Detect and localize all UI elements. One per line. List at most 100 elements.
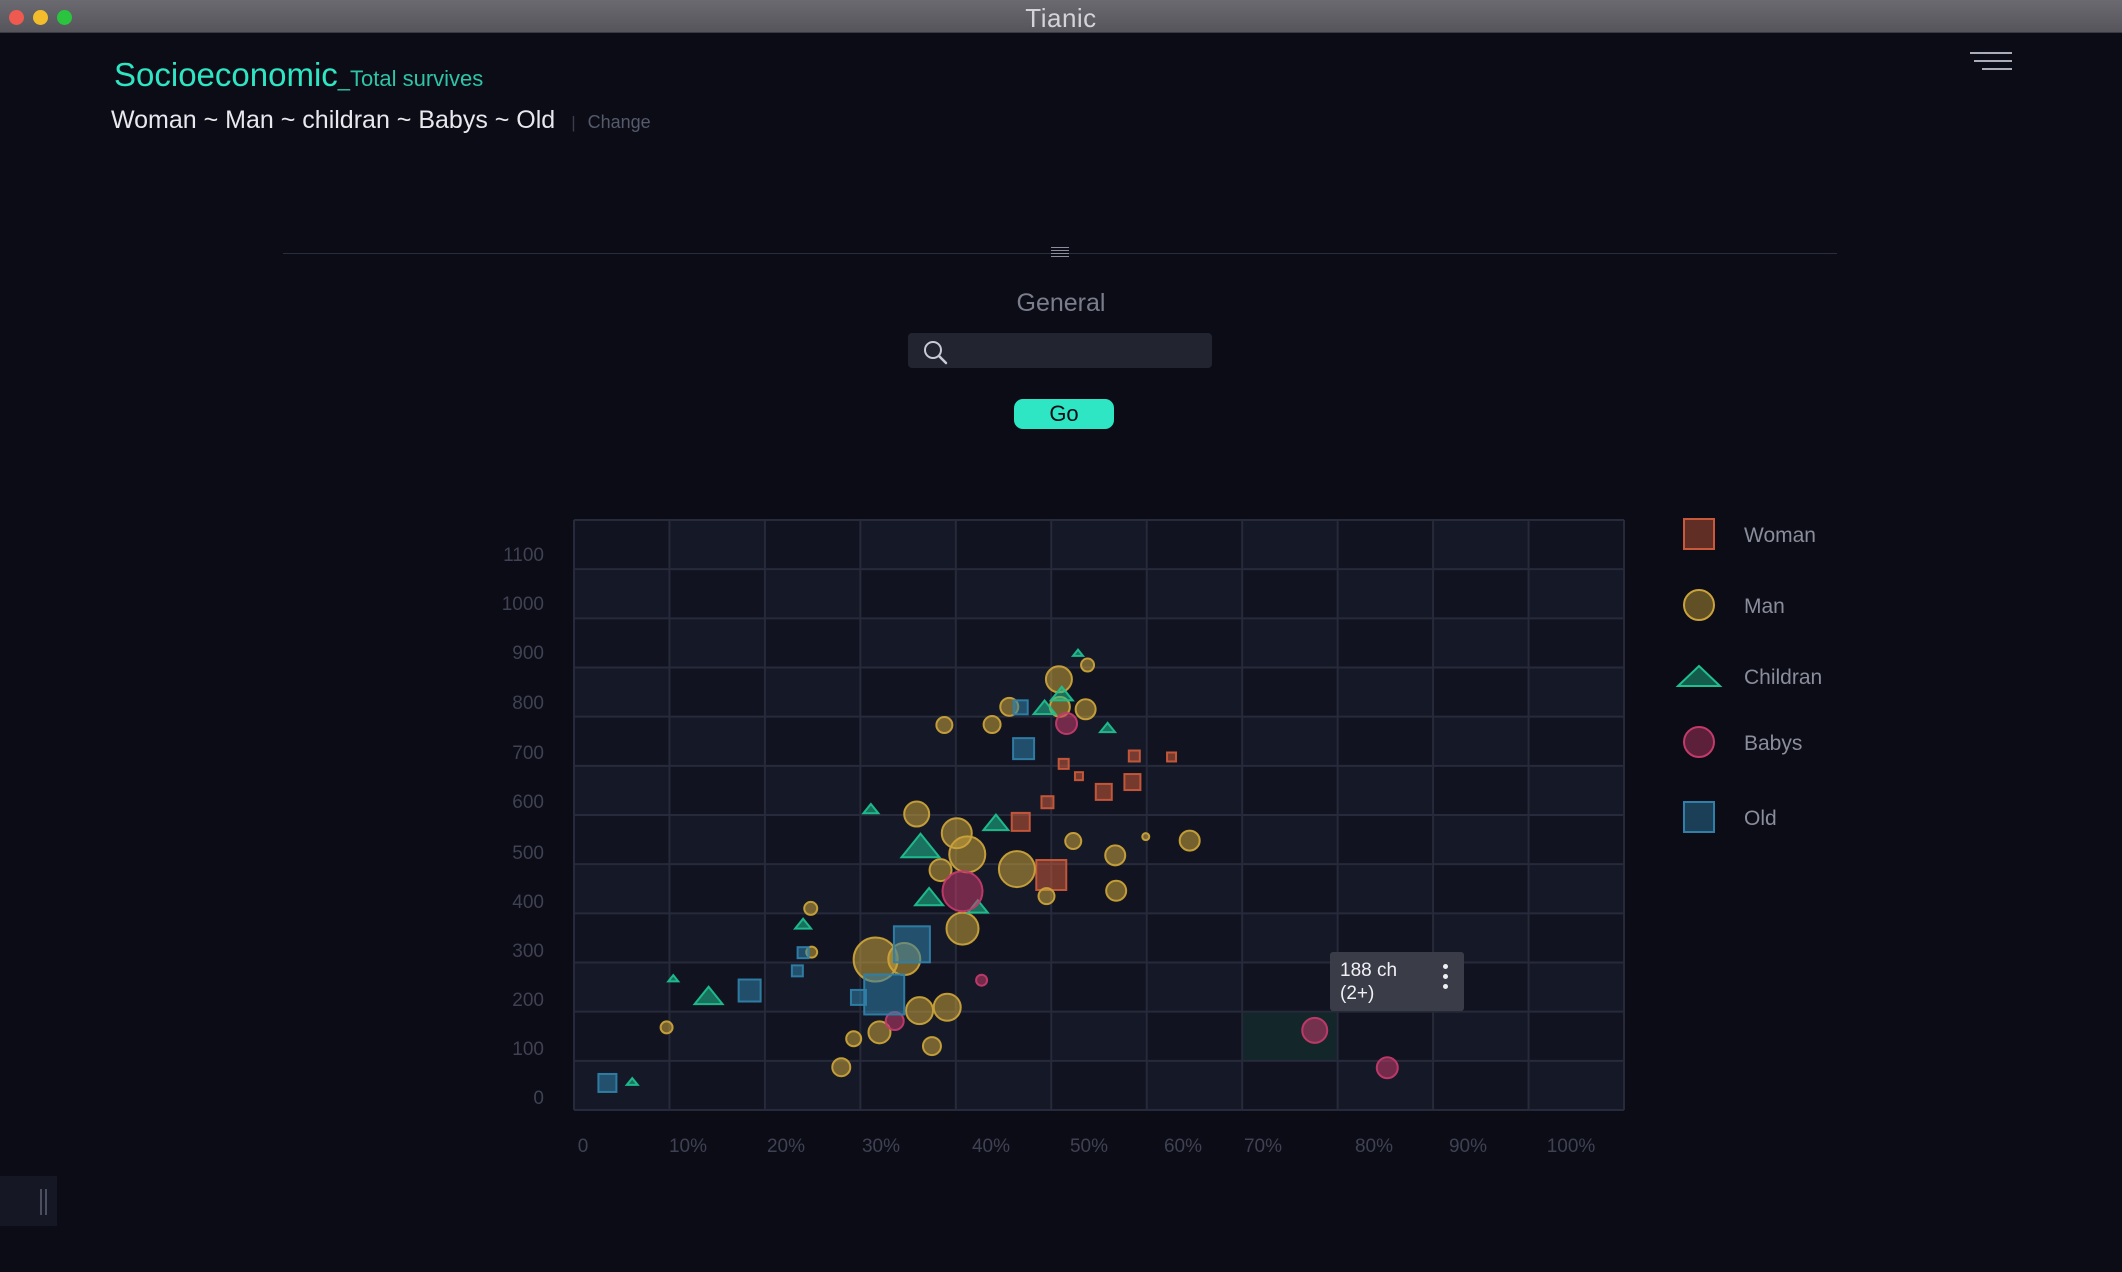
tooltip-line-1: 188 ch: [1340, 960, 1398, 981]
legend-marker-man: [1683, 589, 1715, 621]
grid-cell: [1337, 864, 1434, 914]
x-tick-label: 50%: [1070, 1136, 1108, 1157]
scatter-chart: 0 100 200 300 400 500 600 700 800 900 1000 1100 0 10%…: [502, 518, 1822, 1157]
grid-cell: [1051, 618, 1147, 668]
grid-cell: [860, 618, 956, 668]
x-tick-label: 10%: [669, 1136, 707, 1157]
grid-cell: [764, 765, 861, 815]
y-tick-label: 500: [512, 843, 544, 864]
x-tick-label: 40%: [972, 1136, 1010, 1157]
legend-label-woman: Woman: [1744, 524, 1816, 547]
grid-cell: [1433, 815, 1529, 865]
grid-cell: [1146, 1060, 1243, 1110]
grid-cell: [764, 667, 861, 717]
data-point-man: [997, 850, 1036, 889]
grid-cell: [1528, 569, 1624, 619]
legend-marker-childran: [1675, 664, 1723, 687]
y-tick-label: 0: [533, 1088, 544, 1109]
x-tick-label: 20%: [767, 1136, 805, 1157]
grid-cell: [1242, 913, 1338, 963]
more-options-icon[interactable]: [1440, 964, 1450, 1000]
grid-cell: [1146, 765, 1243, 815]
grid-cell: [1528, 1060, 1624, 1110]
data-point-woman: [1073, 771, 1084, 782]
grid-cell: [955, 765, 1052, 815]
grid-cell: [764, 962, 861, 1012]
data-point-old: [737, 978, 762, 1003]
y-tick-label: 800: [512, 693, 544, 714]
data-point-man: [831, 1057, 852, 1078]
data-point-man: [1141, 832, 1151, 842]
tooltip-text: 188 ch (2+): [1340, 959, 1397, 1005]
grid-cell: [1528, 765, 1624, 815]
data-point-woman: [1010, 811, 1031, 832]
grid-cell: [1051, 520, 1147, 570]
x-tick-label: 90%: [1449, 1136, 1487, 1157]
grid-cell: [1051, 913, 1147, 963]
grid-cell: [955, 962, 1052, 1012]
data-point-old: [597, 1072, 618, 1093]
grid-cell: [574, 864, 670, 914]
data-point-babys: [975, 973, 989, 987]
grid-cell: [1242, 520, 1338, 570]
side-panel-toggle[interactable]: [0, 1176, 57, 1226]
data-point-man: [903, 800, 931, 828]
grid-cell: [1146, 569, 1243, 619]
data-point-woman: [1094, 782, 1113, 801]
grid-cell: [574, 1060, 670, 1110]
data-point-man: [1044, 665, 1073, 694]
data-point-man: [1105, 879, 1128, 902]
grid-cell: [764, 569, 861, 619]
grid-cell: [1146, 962, 1243, 1012]
grid-cell: [1528, 962, 1624, 1012]
y-tick-label: 1000: [502, 594, 544, 615]
y-tick-label: 900: [512, 643, 544, 664]
grid-cell: [1433, 520, 1529, 570]
data-point-woman: [1123, 773, 1142, 792]
legend-label-babys: Babys: [1744, 732, 1802, 755]
y-tick-label: 300: [512, 941, 544, 962]
grid-cell: [1146, 667, 1243, 717]
data-point-babys: [1055, 712, 1079, 736]
y-tick-label: 400: [512, 892, 544, 913]
x-tick-label: 0: [578, 1136, 589, 1157]
y-tick-label: 600: [512, 792, 544, 813]
data-point-man: [948, 835, 987, 874]
grid-cell: [1146, 864, 1243, 914]
grid-cell: [669, 716, 765, 766]
data-point-man: [935, 716, 954, 735]
data-point-old: [796, 946, 810, 960]
grid-cell: [1337, 569, 1434, 619]
x-tick-label: 100%: [1547, 1136, 1596, 1157]
data-point-old: [892, 925, 931, 964]
data-point-man: [803, 900, 819, 916]
y-tick-label: 700: [512, 743, 544, 764]
grid-cell: [860, 520, 956, 570]
data-point-man: [1080, 657, 1096, 673]
x-tick-label: 70%: [1244, 1136, 1282, 1157]
app-window: Tianic Socioeconomic_Total survives Woma…: [0, 0, 2122, 1272]
data-point-babys: [1301, 1016, 1329, 1044]
grid-cell: [955, 569, 1052, 619]
grid-cell: [1242, 815, 1338, 865]
grid-cell: [669, 815, 765, 865]
data-point-man: [932, 992, 962, 1022]
legend-marker-old: [1683, 801, 1715, 833]
data-point-old: [790, 964, 804, 978]
grid-cell: [574, 962, 670, 1012]
grid-cell: [669, 1011, 765, 1061]
data-point-babys: [941, 870, 984, 913]
data-point-man: [945, 911, 980, 946]
x-tick-label: 60%: [1164, 1136, 1202, 1157]
legend-marker-babys: [1683, 726, 1715, 758]
data-point-man: [1037, 887, 1056, 906]
data-point-old: [863, 973, 906, 1016]
y-tick-label: 1100: [503, 545, 544, 566]
legend-label-childran: Childran: [1744, 666, 1822, 689]
data-point-woman: [1057, 757, 1070, 770]
grid-cell: [1528, 667, 1624, 717]
data-point-man: [1074, 698, 1097, 721]
data-point-woman: [1040, 795, 1055, 810]
grid-cell: [669, 913, 765, 963]
grid-cell: [1242, 716, 1338, 766]
